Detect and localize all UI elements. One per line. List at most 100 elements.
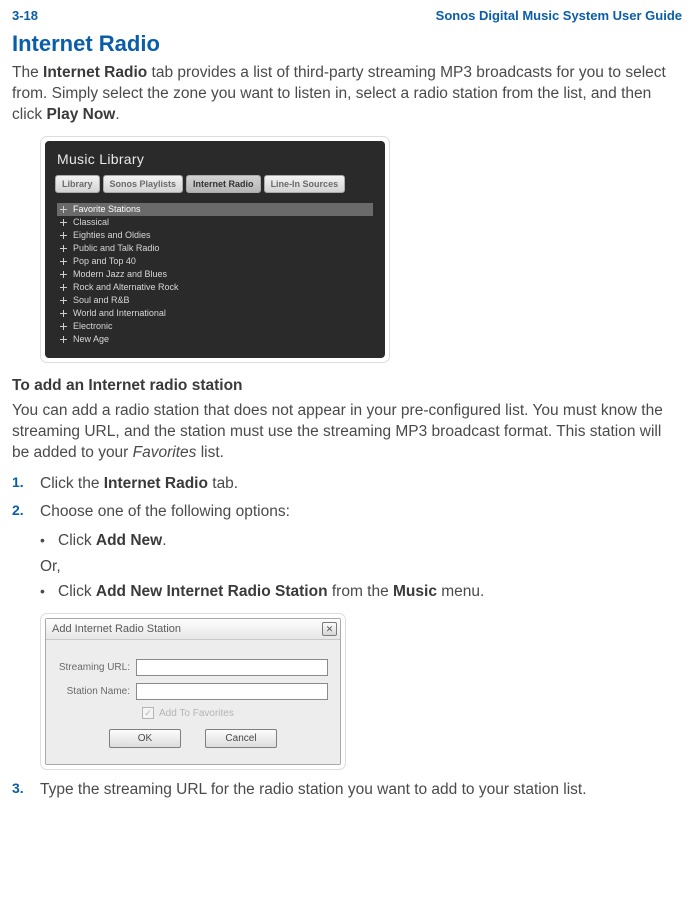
expand-icon (59, 335, 68, 344)
section-heading: Internet Radio (12, 31, 682, 57)
bullet-add-new: • Click Add New. (40, 531, 682, 552)
label-add-to-favorites: Add To Favorites (159, 708, 234, 719)
station-category-list: Favorite Stations Classical Eighties and… (53, 201, 377, 348)
page: 3-18 Sonos Digital Music System User Gui… (0, 0, 694, 821)
text-bold: Add New (96, 532, 162, 549)
list-item-label: Electronic (73, 321, 113, 331)
dialog-title: Add Internet Radio Station (52, 623, 181, 635)
tab-line-in-sources[interactable]: Line-In Sources (264, 175, 346, 193)
music-library-screenshot: Music Library Library Sonos Playlists In… (40, 136, 390, 363)
text-bold: Internet Radio (104, 475, 208, 492)
dialog-body: Streaming URL: Station Name: ✓ Add To Fa… (46, 640, 340, 764)
text: list. (196, 444, 224, 461)
list-item[interactable]: Electronic (57, 320, 373, 333)
dialog-titlebar: Add Internet Radio Station ✕ (46, 619, 340, 640)
step-text: Click the Internet Radio tab. (40, 474, 238, 495)
expand-icon (59, 309, 68, 318)
bullet-icon: • (40, 582, 58, 602)
bullet-icon: • (40, 531, 58, 551)
add-station-dialog-screenshot: Add Internet Radio Station ✕ Streaming U… (40, 613, 346, 770)
step-3: 3. Type the streaming URL for the radio … (12, 780, 682, 801)
text: Click (58, 583, 96, 600)
list-item-label: Modern Jazz and Blues (73, 269, 167, 279)
text: . (162, 532, 166, 549)
tab-library[interactable]: Library (55, 175, 100, 193)
text: menu. (437, 583, 484, 600)
label-station-name: Station Name: (58, 686, 136, 697)
expand-icon (59, 270, 68, 279)
list-item-label: New Age (73, 334, 109, 344)
step-number: 2. (12, 502, 40, 518)
expand-icon (59, 205, 68, 214)
page-number: 3-18 (12, 8, 38, 23)
list-item-label: Eighties and Oldies (73, 230, 151, 240)
bullet-add-new-menu: • Click Add New Internet Radio Station f… (40, 582, 682, 603)
step-number: 3. (12, 780, 40, 796)
list-item-label: Soul and R&B (73, 295, 130, 305)
text-bold-internet-radio: Internet Radio (43, 64, 147, 81)
list-item[interactable]: Classical (57, 216, 373, 229)
bullet-text: Click Add New Internet Radio Station fro… (58, 582, 484, 603)
music-library-panel: Music Library Library Sonos Playlists In… (45, 141, 385, 358)
text-bold: Music (393, 583, 437, 600)
expand-icon (59, 218, 68, 227)
list-item-label: Pop and Top 40 (73, 256, 136, 266)
or-text: Or, (40, 558, 682, 576)
music-library-title: Music Library (53, 149, 377, 175)
row-add-to-favorites: ✓ Add To Favorites (142, 707, 328, 719)
list-item[interactable]: Pop and Top 40 (57, 255, 373, 268)
text: from the (328, 583, 393, 600)
ok-button[interactable]: OK (109, 729, 181, 748)
dialog-buttons: OK Cancel (58, 729, 328, 754)
list-item-label: Rock and Alternative Rock (73, 282, 179, 292)
list-item[interactable]: World and International (57, 307, 373, 320)
text: Click the (40, 475, 104, 492)
close-icon[interactable]: ✕ (322, 622, 337, 636)
streaming-url-input[interactable] (136, 659, 328, 676)
step-text: Type the streaming URL for the radio sta… (40, 780, 587, 801)
row-streaming-url: Streaming URL: (58, 659, 328, 676)
station-name-input[interactable] (136, 683, 328, 700)
list-item-label: World and International (73, 308, 166, 318)
list-item[interactable]: Favorite Stations (57, 203, 373, 216)
tab-sonos-playlists[interactable]: Sonos Playlists (103, 175, 184, 193)
text-bold-play-now: Play Now (46, 106, 115, 123)
text-italic-favorites: Favorites (133, 444, 197, 461)
expand-icon (59, 283, 68, 292)
step-2: 2. Choose one of the following options: (12, 502, 682, 523)
expand-icon (59, 296, 68, 305)
expand-icon (59, 322, 68, 331)
running-header: 3-18 Sonos Digital Music System User Gui… (12, 8, 682, 23)
text: Click (58, 532, 96, 549)
step-1: 1. Click the Internet Radio tab. (12, 474, 682, 495)
list-item-label: Public and Talk Radio (73, 243, 159, 253)
expand-icon (59, 231, 68, 240)
text: tab. (208, 475, 238, 492)
cancel-button[interactable]: Cancel (205, 729, 277, 748)
tab-internet-radio[interactable]: Internet Radio (186, 175, 261, 193)
step-text: Choose one of the following options: (40, 502, 290, 523)
steps-list-continued: 3. Type the streaming URL for the radio … (12, 780, 682, 801)
guide-title: Sonos Digital Music System User Guide (436, 8, 682, 23)
step-number: 1. (12, 474, 40, 490)
list-item-label: Classical (73, 217, 109, 227)
list-item[interactable]: Modern Jazz and Blues (57, 268, 373, 281)
steps-list: 1. Click the Internet Radio tab. 2. Choo… (12, 474, 682, 524)
intro-paragraph: The Internet Radio tab provides a list o… (12, 63, 682, 126)
list-item-label: Favorite Stations (73, 204, 141, 214)
expand-icon (59, 244, 68, 253)
list-item[interactable]: Rock and Alternative Rock (57, 281, 373, 294)
subheading-add-station: To add an Internet radio station (12, 377, 682, 395)
list-item[interactable]: New Age (57, 333, 373, 346)
list-item[interactable]: Soul and R&B (57, 294, 373, 307)
add-to-favorites-checkbox[interactable]: ✓ (142, 707, 154, 719)
add-station-dialog: Add Internet Radio Station ✕ Streaming U… (45, 618, 341, 765)
text: . (115, 106, 119, 123)
bullet-text: Click Add New. (58, 531, 167, 552)
text-bold: Add New Internet Radio Station (96, 583, 328, 600)
text: The (12, 64, 43, 81)
list-item[interactable]: Public and Talk Radio (57, 242, 373, 255)
list-item[interactable]: Eighties and Oldies (57, 229, 373, 242)
text: You can add a radio station that does no… (12, 402, 663, 461)
expand-icon (59, 257, 68, 266)
